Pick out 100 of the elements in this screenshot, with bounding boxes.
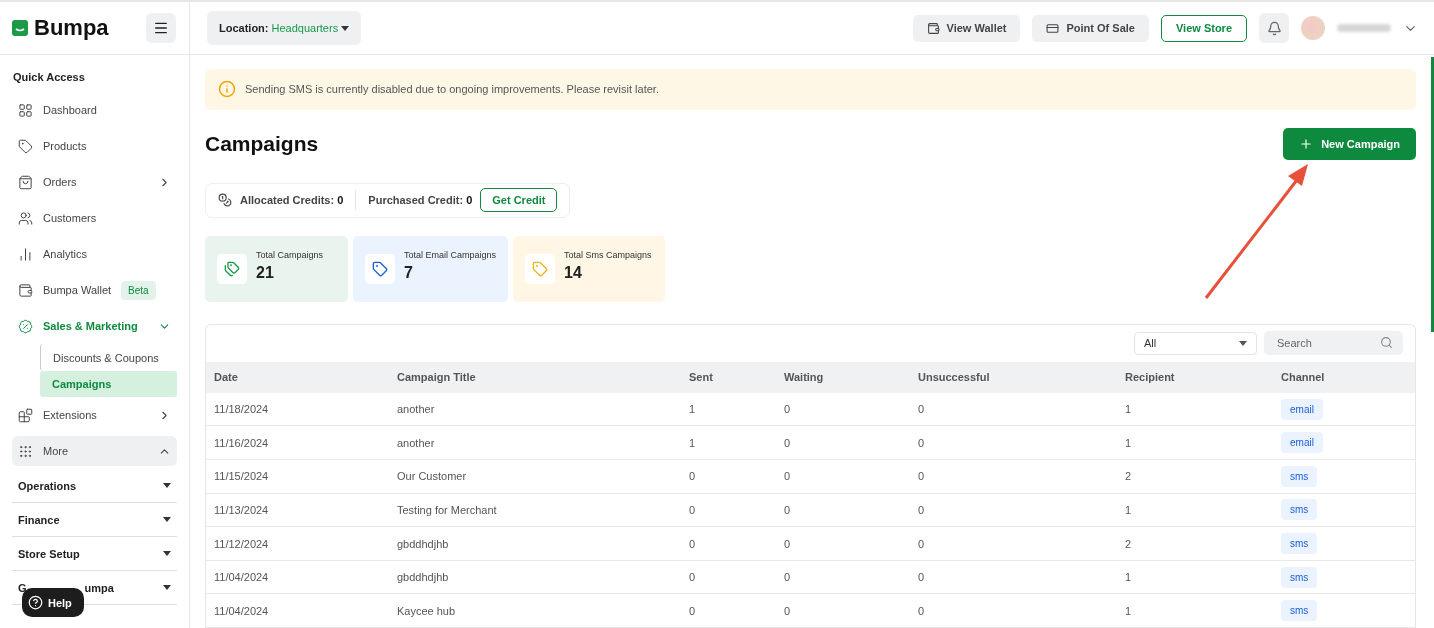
column-header: Sent: [689, 371, 714, 384]
nav-icon: [18, 318, 33, 334]
beta-badge: Beta: [121, 280, 156, 300]
table-cell-text: 1: [1125, 571, 1133, 584]
logo: Bumpa: [12, 15, 109, 41]
sidebar-item[interactable]: Orders: [12, 164, 177, 200]
nav-icon: [18, 174, 33, 190]
sidebar-group[interactable]: Finance: [12, 503, 177, 537]
table-cell-text: 11/12/2024: [214, 537, 270, 550]
help-icon: [28, 595, 43, 610]
column-header: Date: [214, 371, 239, 384]
tag-icon: [532, 260, 548, 277]
table-cell-text: 0: [689, 537, 697, 550]
sidebar-item[interactable]: More: [12, 436, 177, 466]
column-header: Recipient: [1125, 371, 1176, 384]
new-campaign-button[interactable]: New Campaign: [1283, 127, 1416, 160]
menu-icon: [153, 20, 169, 36]
table-cell-text: 0: [784, 470, 792, 483]
blurred-user-name: [1337, 24, 1391, 32]
stat-label: Total Email Campaigns: [404, 249, 497, 260]
column-header: Waiting: [784, 371, 825, 384]
sidebar-item[interactable]: Products: [12, 128, 177, 164]
nav-icon: [18, 138, 33, 154]
plus-icon: [1299, 136, 1314, 151]
sidebar-group[interactable]: Operations: [12, 469, 177, 503]
caret-icon: [1239, 340, 1247, 346]
search-field[interactable]: Search: [1264, 331, 1403, 356]
table-cell-text: 0: [918, 436, 926, 449]
get-credit-button[interactable]: Get Credit: [480, 188, 558, 213]
sidebar-group[interactable]: Store Setup: [12, 537, 177, 571]
header-button[interactable]: View Store: [1160, 14, 1247, 42]
header-button[interactable]: Point Of Sale: [1032, 14, 1149, 42]
table-cell-text: 1: [1125, 503, 1133, 516]
column-header: Unsuccessful: [918, 371, 991, 384]
tag-icon: [224, 260, 240, 277]
coins-icon: [218, 193, 232, 208]
table-cell-text: 0: [784, 403, 792, 416]
sidebar-item[interactable]: Customers: [12, 200, 177, 236]
table-cell-text: 1: [689, 436, 697, 449]
sidebar-item[interactable]: Analytics: [12, 236, 177, 272]
section-title: Quick Access: [13, 71, 86, 83]
sidebar-item[interactable]: Bumpa Wallet Beta: [12, 272, 177, 308]
caret-icon: [163, 517, 171, 522]
search-icon: [1380, 336, 1393, 350]
table-cell-text: 0: [784, 571, 792, 584]
nav-icon: [18, 443, 33, 459]
credits-bar: Allocated Credits: 0 Purchased Credit: 0 Get Credit: [205, 182, 571, 218]
sidebar-item[interactable]: Extensions: [12, 397, 177, 433]
location-dropdown[interactable]: Location: Headquarters: [207, 11, 362, 45]
table-cell-text: 0: [784, 537, 792, 550]
table-cell-text: 0: [784, 503, 792, 516]
table-cell-text: 0: [918, 503, 926, 516]
nav-icon: [18, 282, 33, 298]
channel-tag: sms: [1281, 533, 1318, 554]
banner-text: Sending SMS is currently disabled due to ongoing improvements. Please revisit later.: [245, 83, 659, 96]
channel-tag: email: [1281, 398, 1323, 420]
table-cell-text: 2: [1125, 470, 1133, 483]
table-cell-text: 1: [1125, 604, 1133, 617]
channel-tag: sms: [1281, 499, 1318, 521]
caret-icon: [341, 25, 350, 31]
table-cell-text: 1: [1125, 403, 1133, 416]
column-header: Channel: [1281, 371, 1326, 384]
table-cell-text: Testing for Merchant: [397, 503, 498, 516]
stat-label: Total Sms Campaigns: [564, 249, 652, 260]
table-cell-text: 1: [689, 403, 697, 416]
table-cell-text: 0: [689, 571, 697, 584]
table-cell-text: 0: [689, 604, 697, 617]
channel-tag: sms: [1281, 465, 1318, 487]
table-cell-text: 0: [784, 604, 792, 617]
bell-icon: [1266, 20, 1282, 36]
table-cell-text: 0: [689, 503, 697, 516]
channel-filter[interactable]: All: [1134, 331, 1257, 355]
column-header: Campaign Title: [397, 371, 477, 384]
header-button[interactable]: View Wallet: [912, 14, 1021, 42]
tag-icon: [372, 260, 388, 277]
table-cell-text: 11/04/2024: [214, 604, 270, 617]
table-cell-text: 0: [918, 604, 926, 617]
table-cell-text: Kaycee hub: [397, 604, 457, 617]
channel-tag: sms: [1281, 566, 1318, 588]
table-cell-text: 0: [918, 470, 926, 483]
table-cell-text: 11/15/2024: [214, 470, 270, 483]
menu-button[interactable]: [146, 13, 176, 43]
caret-icon: [163, 551, 171, 556]
stat-label: Total Campaigns: [256, 249, 324, 260]
sidebar-item[interactable]: Dashboard: [12, 92, 177, 128]
page-title: Campaigns: [205, 131, 319, 156]
channel-tag: email: [1281, 432, 1323, 454]
table-cell-text: 0: [689, 470, 697, 483]
table-cell-text: 0: [784, 436, 792, 449]
table-cell-text: 11/04/2024: [214, 571, 270, 584]
table-cell-text: 11/16/2024: [214, 436, 270, 449]
sidebar-subitem[interactable]: Campaigns: [40, 371, 177, 397]
table-cell-text: another: [397, 403, 436, 416]
notifications-button[interactable]: [1259, 13, 1289, 43]
table-cell-text: Our Customer: [397, 470, 468, 483]
sidebar-item[interactable]: Sales & Marketing: [12, 308, 177, 344]
nav-icon: [18, 246, 33, 262]
nav-icon: [18, 102, 33, 118]
stat-value: 21: [256, 263, 275, 282]
card-icon: [1046, 21, 1060, 35]
